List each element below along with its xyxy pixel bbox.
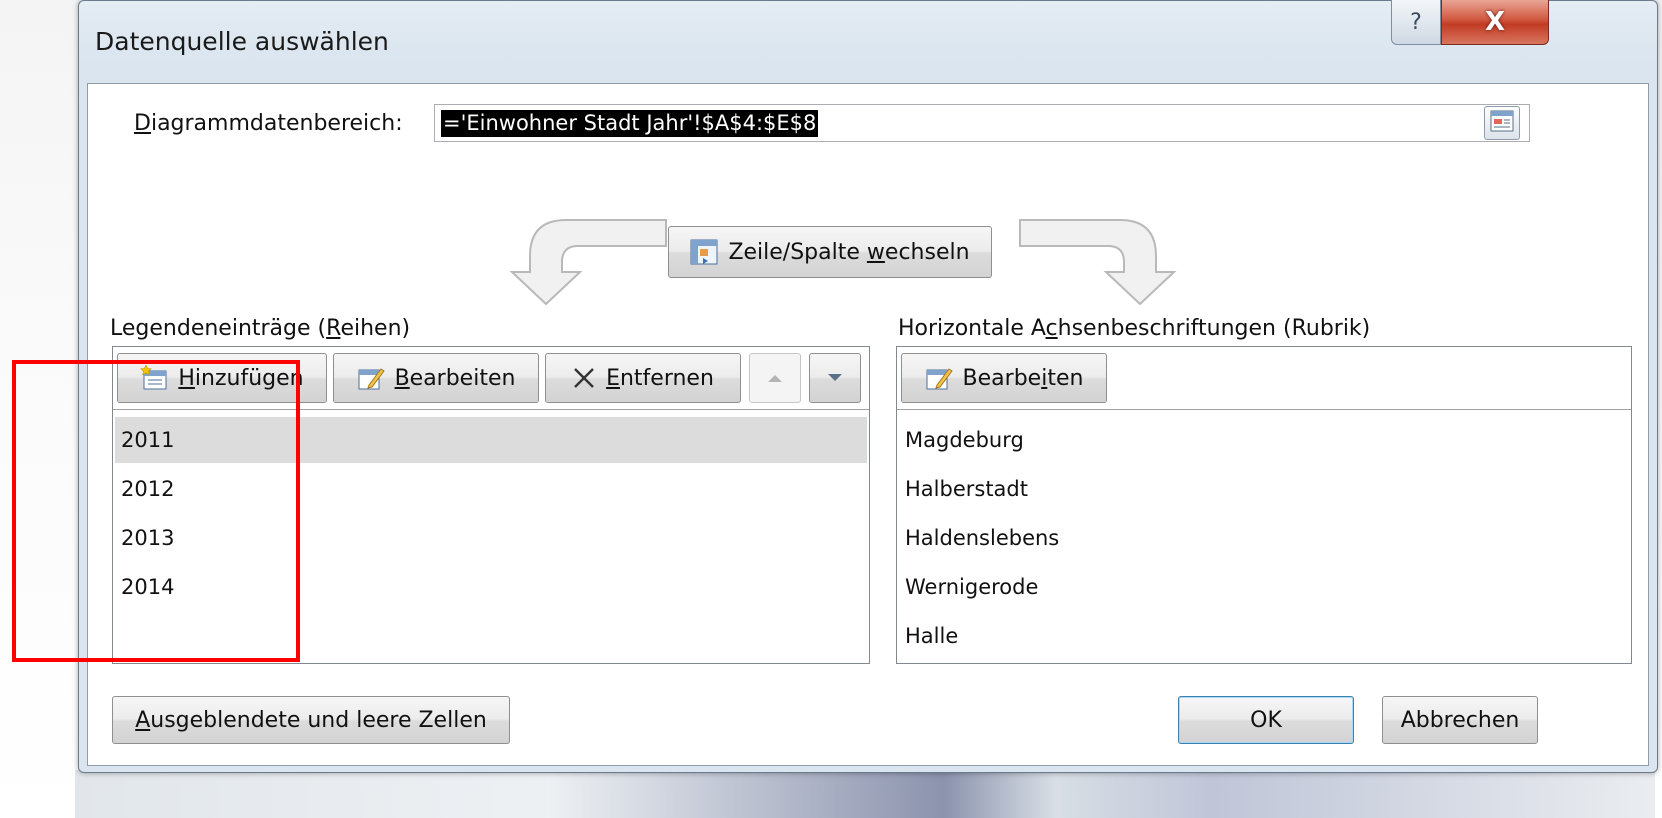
arrow-down-icon: [827, 373, 843, 383]
close-icon: X: [1484, 7, 1506, 37]
remove-x-icon: [572, 366, 596, 390]
background-window-strip: [75, 770, 1655, 818]
axis-category-item[interactable]: Wernigerode: [899, 564, 1629, 610]
hidden-empty-cells-label: Ausgeblendete und leere Zellen: [135, 707, 487, 733]
add-series-label: Hinzufügen: [178, 365, 304, 391]
ok-button[interactable]: OK: [1178, 696, 1354, 744]
legend-series-item[interactable]: 2012: [115, 466, 867, 512]
switch-row-column-label: Zeile/Spalte wechseln: [728, 239, 970, 265]
axis-labels-panel: Bearbeiten Magdeburg Halberstadt Haldens…: [896, 346, 1632, 664]
dialog-title: Datenquelle auswählen: [95, 27, 389, 56]
chart-data-range-value: ='Einwohner Stadt Jahr'!$A$4:$E$8: [441, 110, 819, 137]
edit-axis-labels-label: Bearbeiten: [962, 365, 1084, 391]
select-data-source-dialog: Datenquelle auswählen ? X Diagrammdatenb…: [78, 0, 1658, 773]
edit-axis-labels-button[interactable]: Bearbeiten: [901, 353, 1107, 403]
left-flow-arrow-icon: [508, 216, 668, 310]
arrow-up-icon: [767, 373, 783, 383]
axis-category-item[interactable]: Halle: [899, 613, 1629, 659]
chart-data-range-label: Diagrammdatenbereich:: [134, 111, 403, 136]
collapse-dialog-button[interactable]: [1484, 106, 1520, 140]
cancel-button[interactable]: Abbrechen: [1382, 696, 1538, 744]
title-bar[interactable]: Datenquelle auswählen ? X: [79, 0, 1657, 83]
right-flow-arrow-icon: [1018, 216, 1178, 310]
move-up-button[interactable]: [749, 353, 801, 403]
edit-icon: [357, 365, 385, 391]
help-button[interactable]: ?: [1391, 0, 1441, 45]
chart-data-range-input[interactable]: ='Einwohner Stadt Jahr'!$A$4:$E$8: [434, 104, 1530, 142]
collapse-dialog-icon: [1490, 110, 1514, 136]
hidden-empty-cells-button[interactable]: Ausgeblendete und leere Zellen: [112, 696, 510, 744]
add-series-icon: [140, 365, 168, 391]
switch-row-column-button[interactable]: Zeile/Spalte wechseln: [668, 226, 992, 278]
axis-category-item[interactable]: Halberstadt: [899, 466, 1629, 512]
legend-series-item[interactable]: 2011: [115, 417, 867, 463]
move-down-button[interactable]: [809, 353, 861, 403]
add-series-button[interactable]: Hinzufügen: [117, 353, 327, 403]
remove-series-label: Entfernen: [606, 365, 714, 391]
edit-series-button[interactable]: Bearbeiten: [333, 353, 539, 403]
help-icon: ?: [1410, 9, 1422, 35]
horizontal-axis-labels-heading: Horizontale Achsenbeschriftungen (Rubrik…: [898, 316, 1371, 341]
legend-entries-heading: Legendeneinträge (Reihen): [110, 316, 411, 341]
edit-icon: [925, 365, 953, 391]
legend-toolbar: Hinzufügen Bearbeiten Entfernen: [113, 347, 869, 410]
axis-category-item[interactable]: Magdeburg: [899, 417, 1629, 463]
legend-series-item[interactable]: 2014: [115, 564, 867, 610]
close-button[interactable]: X: [1441, 0, 1549, 45]
switch-row-column-icon: [690, 239, 718, 265]
remove-series-button[interactable]: Entfernen: [545, 353, 741, 403]
legend-entries-panel: Hinzufügen Bearbeiten Entfernen 2011 201…: [112, 346, 870, 664]
axis-category-item[interactable]: Haldenslebens: [899, 515, 1629, 561]
edit-series-label: Bearbeiten: [394, 365, 516, 391]
axis-toolbar: Bearbeiten: [897, 347, 1631, 410]
dialog-client-area: Diagrammdatenbereich: ='Einwohner Stadt …: [87, 83, 1649, 766]
legend-series-item[interactable]: 2013: [115, 515, 867, 561]
